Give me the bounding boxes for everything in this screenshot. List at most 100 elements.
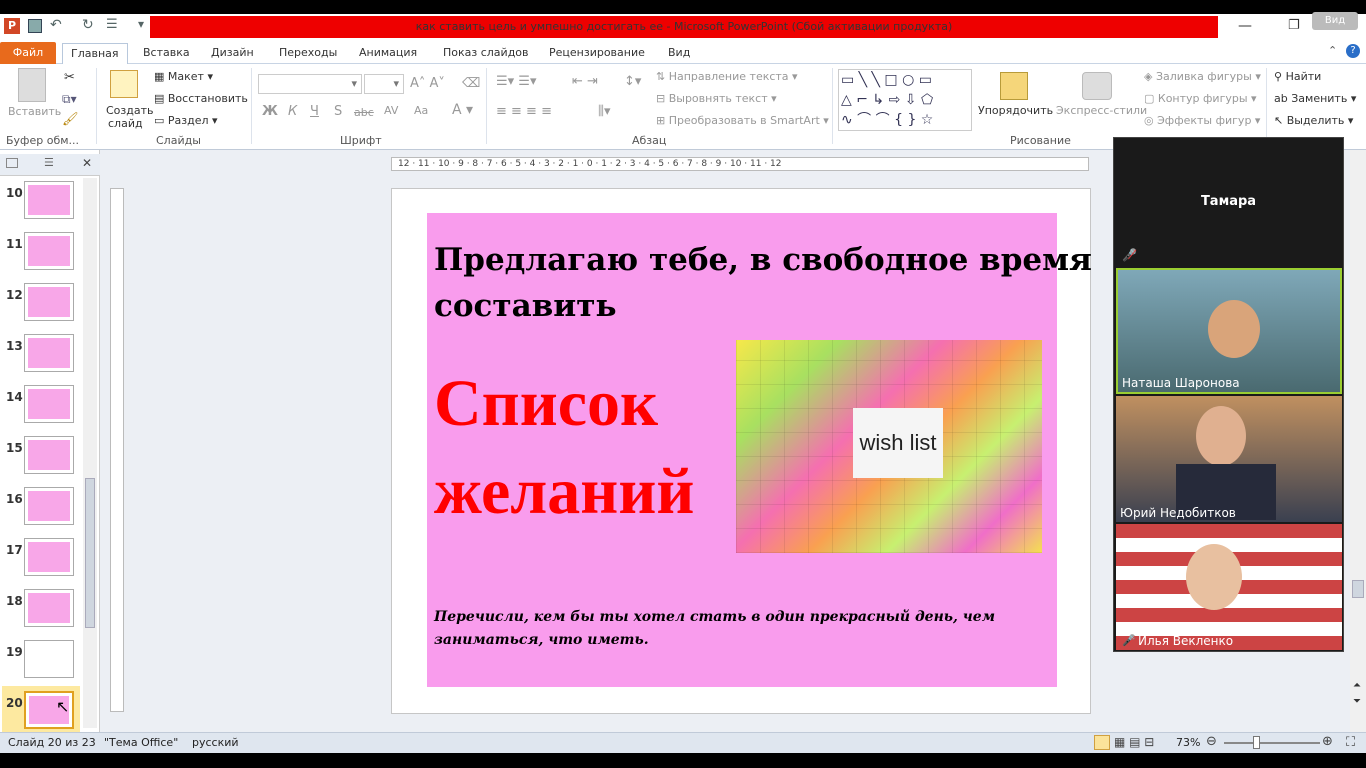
participant-video[interactable]: Наташа Шаронова xyxy=(1116,268,1342,394)
minimize-button[interactable]: — xyxy=(1238,18,1252,34)
slide-thumb-17[interactable] xyxy=(24,538,74,576)
bullets-icon[interactable]: ☰▾ ☰▾ xyxy=(496,74,537,89)
slide-thumb-14[interactable] xyxy=(24,385,74,423)
shape-effects-button[interactable]: ◎ Эффекты фигур ▾ xyxy=(1144,114,1260,127)
list-icon[interactable]: ☰ xyxy=(106,17,118,32)
participant-video[interactable]: 🎤̸ Илья Векленко xyxy=(1116,524,1342,650)
tab-insert[interactable]: Вставка xyxy=(135,43,198,64)
underline-button[interactable]: Ч xyxy=(310,104,319,119)
outline-tab-icon[interactable]: ☰ xyxy=(44,156,54,169)
prev-slide-icon[interactable]: ⏶ xyxy=(1353,680,1361,691)
columns-icon[interactable]: ⫼▾ xyxy=(598,104,611,119)
clear-format-icon[interactable]: ⌫ xyxy=(462,76,480,91)
participant-video[interactable]: Юрий Недобитков xyxy=(1116,396,1342,522)
slide-thumb-19[interactable] xyxy=(24,640,74,678)
quick-styles-button[interactable]: Экспресс-стили xyxy=(1056,104,1147,117)
view-badge[interactable]: Вид xyxy=(1312,12,1358,30)
font-color-icon[interactable]: A ▾ xyxy=(452,102,473,118)
spacing-button[interactable]: AV xyxy=(384,104,398,117)
zoom-out-icon[interactable]: ⊖ xyxy=(1206,734,1217,749)
tab-transitions[interactable]: Переходы xyxy=(271,43,345,64)
format-painter-icon[interactable]: 🖌 xyxy=(62,112,79,127)
undo-icon[interactable]: ↶ xyxy=(50,17,62,33)
smartart-button[interactable]: ⊞ Преобразовать в SmartArt ▾ xyxy=(656,114,829,127)
shape-fill-button[interactable]: ◈ Заливка фигуры ▾ xyxy=(1144,70,1261,83)
grow-font-icon[interactable]: A˄ A˅ xyxy=(410,76,445,91)
language[interactable]: русский xyxy=(192,736,239,749)
slides-tab-icon[interactable] xyxy=(6,158,18,168)
replace-button[interactable]: ab Заменить ▾ xyxy=(1274,92,1356,105)
main-scrollbar[interactable]: ⏶ ⏷ xyxy=(1350,150,1366,732)
minimize-ribbon-icon[interactable]: ⌃ xyxy=(1328,44,1337,57)
participant-face xyxy=(1196,406,1246,466)
theme-name[interactable]: "Тема Office" xyxy=(104,736,178,749)
cut-icon[interactable]: ✂ xyxy=(64,70,75,85)
thumb-number: 10 xyxy=(6,186,23,200)
select-button[interactable]: ↖ Выделить ▾ xyxy=(1274,114,1353,127)
tab-animation[interactable]: Анимация xyxy=(351,43,425,64)
italic-button[interactable]: К xyxy=(288,104,297,119)
indent-icon[interactable]: ⇤ ⇥ xyxy=(572,74,598,89)
zoom-slider-handle[interactable] xyxy=(1253,736,1260,749)
shapes-gallery[interactable]: ▭ ╲ ╲ □ ○ ▭ △ ⌐ ↳ ⇨ ⇩ ⬠ ∿ ⌒ ⌒ { } ☆ xyxy=(838,69,972,131)
layout-button[interactable]: ▦ Макет ▾ xyxy=(154,70,213,83)
align-text-button[interactable]: ⊟ Выровнять текст ▾ xyxy=(656,92,777,105)
font-size-select[interactable]: ▾ xyxy=(364,74,404,94)
new-slide-icon[interactable] xyxy=(110,70,138,98)
slide-thumb-16[interactable] xyxy=(24,487,74,525)
help-icon[interactable]: ? xyxy=(1346,44,1360,58)
slide-thumb-10[interactable] xyxy=(24,181,74,219)
slide-thumb-15[interactable] xyxy=(24,436,74,474)
normal-view-icon[interactable] xyxy=(1094,735,1110,750)
slides-group-label: Слайды xyxy=(156,134,201,147)
copy-icon[interactable]: ⧉▾ xyxy=(62,92,77,107)
cursor-icon: ↖ xyxy=(1274,114,1287,127)
bold-button[interactable]: Ж xyxy=(262,104,278,119)
window-title: как ставить цель и умпешно достигать ее … xyxy=(150,16,1218,38)
tab-design[interactable]: Дизайн xyxy=(203,43,262,64)
line-spacing-icon[interactable]: ↕▾ xyxy=(624,74,641,89)
tab-view[interactable]: Вид xyxy=(660,43,698,64)
arrange-button[interactable]: Упорядочить xyxy=(978,104,1053,117)
tab-review[interactable]: Рецензирование xyxy=(541,43,653,64)
slide-thumb-11[interactable] xyxy=(24,232,74,270)
font-name-select[interactable]: ▾ xyxy=(258,74,362,94)
case-button[interactable]: Aa xyxy=(414,104,428,117)
quick-styles-icon[interactable] xyxy=(1082,72,1112,100)
slide-thumb-12[interactable] xyxy=(24,283,74,321)
close-pane-icon[interactable]: ✕ xyxy=(82,156,92,170)
shape-outline-button[interactable]: ▢ Контур фигуры ▾ xyxy=(1144,92,1257,105)
new-slide-button-line2[interactable]: слайд xyxy=(108,117,143,130)
next-slide-icon[interactable]: ⏷ xyxy=(1353,696,1361,707)
align-icons[interactable]: ≡ ≡ ≡ ≡ xyxy=(496,104,552,119)
view-buttons[interactable]: ▦ ▤ ⊟ xyxy=(1114,735,1154,749)
strike-button[interactable]: abc xyxy=(354,106,374,119)
customize-icon[interactable]: ▾ xyxy=(138,17,144,31)
tab-home[interactable]: Главная xyxy=(62,43,128,64)
restore-button[interactable]: ❐ xyxy=(1288,18,1300,33)
reset-button[interactable]: ▤ Восстановить xyxy=(154,92,248,105)
thumbs-scrollbar[interactable] xyxy=(83,178,97,728)
arrange-icon[interactable] xyxy=(1000,72,1028,100)
paste-button[interactable]: Вставить xyxy=(8,105,61,118)
tab-slideshow[interactable]: Показ слайдов xyxy=(435,43,537,64)
save-icon[interactable] xyxy=(28,19,42,33)
redo-icon[interactable]: ↻ xyxy=(82,17,94,33)
tab-file[interactable]: Файл xyxy=(0,42,56,64)
participant-name: Наташа Шаронова xyxy=(1122,376,1240,390)
zoom-in-icon[interactable]: ⊕ xyxy=(1322,734,1333,749)
slide-thumb-13[interactable] xyxy=(24,334,74,372)
text-direction-button[interactable]: ⇅ Направление текста ▾ xyxy=(656,70,798,83)
thumbs-scroll-thumb[interactable] xyxy=(85,478,95,628)
fit-slide-icon[interactable]: ⛶ xyxy=(1346,735,1355,750)
find-button[interactable]: ⚲ Найти xyxy=(1274,70,1321,83)
new-slide-button[interactable]: Создать xyxy=(106,104,154,117)
zoom-slider[interactable] xyxy=(1224,742,1320,744)
section-button[interactable]: ▭ Раздел ▾ xyxy=(154,114,218,127)
zoom-level[interactable]: 73% xyxy=(1176,736,1200,749)
slide-title-line1: Список xyxy=(434,367,659,440)
main-scroll-thumb[interactable] xyxy=(1352,580,1364,598)
slide-thumb-18[interactable] xyxy=(24,589,74,627)
shadow-button[interactable]: S xyxy=(334,104,342,119)
paste-icon[interactable] xyxy=(18,68,46,102)
